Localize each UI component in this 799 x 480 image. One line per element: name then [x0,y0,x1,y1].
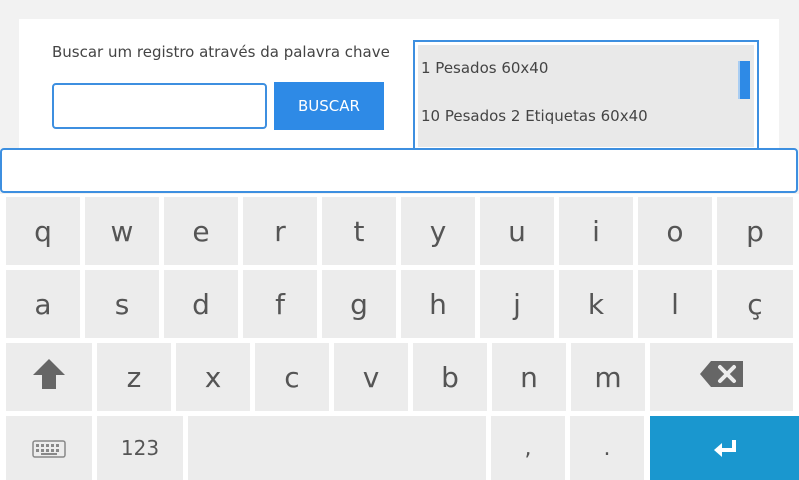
shift-arrow-icon [31,357,67,398]
key-i[interactable]: i [559,197,633,265]
numbers-key[interactable]: 123 [97,416,183,480]
keyboard-switch-key[interactable] [6,416,92,480]
key-c-cedilla[interactable]: ç [717,270,793,338]
search-input[interactable] [52,83,267,129]
key-c[interactable]: c [255,343,329,411]
key-o[interactable]: o [638,197,712,265]
keyboard-icon [32,432,66,465]
key-k[interactable]: k [559,270,633,338]
list-item[interactable]: 1 Pesados 60x40 [421,59,548,77]
backspace-icon [699,360,745,395]
key-h[interactable]: h [401,270,475,338]
key-j[interactable]: j [480,270,554,338]
key-n[interactable]: n [492,343,566,411]
search-button[interactable]: BUSCAR [274,82,384,130]
list-item[interactable]: 10 Pesados 2 Etiquetas 60x40 [421,107,648,125]
key-s[interactable]: s [85,270,159,338]
key-b[interactable]: b [413,343,487,411]
text-input-field[interactable] [0,148,798,193]
comma-key[interactable]: , [491,416,565,480]
results-list-body: 1 Pesados 60x40 10 Pesados 2 Etiquetas 6… [418,45,754,147]
period-key[interactable]: . [570,416,644,480]
shift-key[interactable] [6,343,92,411]
key-f[interactable]: f [243,270,317,338]
key-x[interactable]: x [176,343,250,411]
key-r[interactable]: r [243,197,317,265]
on-screen-keyboard: q w e r t y u i o p a s d f g h j k l ç … [0,194,799,480]
scrollbar[interactable] [738,61,750,99]
key-v[interactable]: v [334,343,408,411]
search-label: Buscar um registro através da palavra ch… [52,43,390,61]
key-e[interactable]: e [164,197,238,265]
key-q[interactable]: q [6,197,80,265]
backspace-key[interactable] [650,343,793,411]
enter-key[interactable] [650,416,799,480]
key-w[interactable]: w [85,197,159,265]
key-d[interactable]: d [164,270,238,338]
results-list[interactable]: 1 Pesados 60x40 10 Pesados 2 Etiquetas 6… [413,40,759,152]
key-u[interactable]: u [480,197,554,265]
key-y[interactable]: y [401,197,475,265]
space-key[interactable] [188,416,486,480]
enter-arrow-icon [712,432,738,465]
key-z[interactable]: z [97,343,171,411]
key-t[interactable]: t [322,197,396,265]
key-l[interactable]: l [638,270,712,338]
key-p[interactable]: p [717,197,793,265]
key-m[interactable]: m [571,343,645,411]
key-a[interactable]: a [6,270,80,338]
key-g[interactable]: g [322,270,396,338]
search-panel: Buscar um registro através da palavra ch… [19,19,779,152]
